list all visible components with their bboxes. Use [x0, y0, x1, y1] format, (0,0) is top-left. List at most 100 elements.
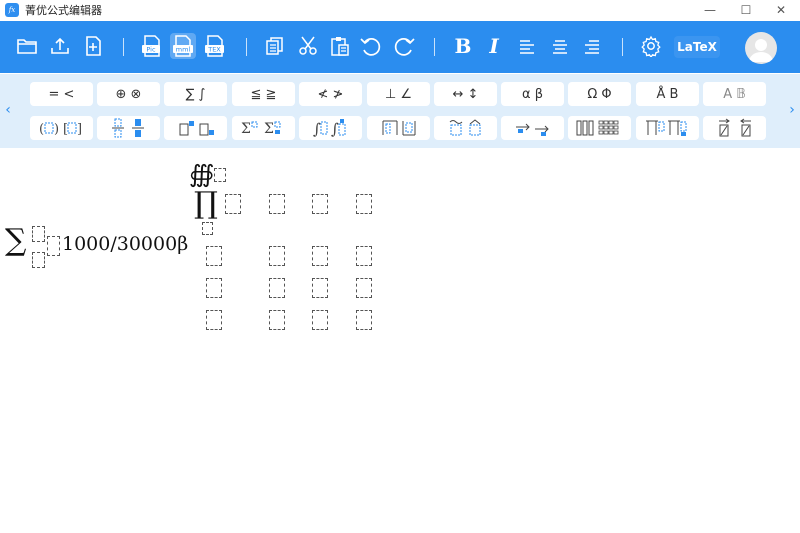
mml-file-icon: mml	[173, 35, 193, 57]
matrix-cell-placeholder[interactable]	[206, 246, 222, 266]
matrix-cell-placeholder[interactable]	[269, 310, 285, 330]
palette-arrows-button[interactable]: ↔ ↕	[434, 82, 497, 106]
product-symbol: ∏	[194, 186, 218, 221]
bold-icon: B	[454, 34, 472, 58]
palette-negated-relations-button[interactable]: ≮ ≯	[299, 82, 362, 106]
matrix-cell-placeholder[interactable]	[269, 194, 285, 214]
palette-vector-template-button[interactable]	[703, 116, 766, 140]
settings-button[interactable]	[638, 33, 664, 59]
svg-text:TEX: TEX	[207, 46, 221, 54]
align-center-button[interactable]	[547, 33, 573, 59]
gear-icon	[641, 35, 661, 57]
export-mml-button[interactable]: mml	[170, 33, 196, 59]
toolbar-separator	[246, 38, 247, 56]
palette-letters-button[interactable]: Å B	[636, 82, 699, 106]
palette-greek-lower-button[interactable]: α β	[501, 82, 564, 106]
redo-button[interactable]	[391, 33, 417, 59]
avatar[interactable]	[745, 32, 777, 64]
integral-template-icon: ∫ ∫	[313, 119, 345, 138]
scissors-icon	[299, 36, 317, 55]
latex-button[interactable]: LaTeX	[674, 36, 720, 58]
product-lower-placeholder[interactable]	[202, 222, 213, 235]
paste-button[interactable]	[327, 33, 353, 59]
matrix-cell-placeholder[interactable]	[206, 310, 222, 330]
new-file-icon	[86, 36, 101, 56]
matrix-cell-placeholder[interactable]	[312, 246, 328, 266]
align-right-icon	[585, 40, 599, 54]
folder-icon	[17, 39, 37, 54]
align-right-button[interactable]	[579, 33, 605, 59]
palette-script-template-button[interactable]	[164, 116, 227, 140]
arrow-template-icon	[515, 123, 549, 136]
palette-geometry-button[interactable]: ⊥ ∠	[367, 82, 430, 106]
svg-text:∫: ∫	[331, 120, 339, 138]
close-button[interactable]: ✕	[765, 0, 797, 20]
palette-sum-template-button[interactable]: ΣΣ	[232, 116, 295, 140]
export-pic-button[interactable]: Pic	[139, 33, 165, 59]
palette-inequalities-button[interactable]: ≦ ≧	[232, 82, 295, 106]
toolbar-separator	[622, 38, 623, 56]
palette-integral-template-button[interactable]: ∫ ∫	[299, 116, 362, 140]
accent-template-icon	[449, 119, 480, 136]
app-logo-icon: fx	[5, 3, 19, 17]
title-bar: fx 菁优公式编辑器 — ☐ ✕	[0, 0, 800, 20]
bold-button[interactable]: B	[450, 33, 476, 59]
palette-fraction-template-button[interactable]	[97, 116, 160, 140]
matrix-cell-placeholder[interactable]	[269, 246, 285, 266]
sum-upper-limit-placeholder[interactable]	[32, 226, 45, 242]
svg-text:[: [	[63, 122, 68, 136]
palette-left-arrow[interactable]: ‹	[2, 100, 14, 120]
sum-lower-limit-placeholder[interactable]	[32, 252, 45, 268]
vector-arrow-template-icon	[718, 118, 751, 137]
matrix-cell-placeholder[interactable]	[312, 194, 328, 214]
toolbar-separator	[434, 38, 435, 56]
matrix-cell-placeholder[interactable]	[356, 246, 372, 266]
matrix-cell-placeholder[interactable]	[356, 194, 372, 214]
sum-body-placeholder[interactable]	[47, 236, 60, 256]
align-left-button[interactable]	[514, 33, 540, 59]
italic-button[interactable]: I	[481, 33, 507, 59]
matrix-cell-placeholder[interactable]	[356, 310, 372, 330]
matrix-cell-placeholder[interactable]	[356, 278, 372, 298]
expression-text[interactable]: 1000/30000β	[62, 232, 188, 256]
sum-template-icon: ΣΣ	[241, 121, 280, 137]
clipboard-icon	[331, 37, 349, 56]
fraction-template-icon	[111, 118, 144, 138]
palette-blackboard-button[interactable]: A 𝔹	[703, 82, 766, 106]
palette-greek-upper-button[interactable]: Ω Φ	[568, 82, 631, 106]
bracket-box-template-icon	[382, 120, 415, 136]
svg-text:∫: ∫	[313, 120, 321, 138]
maximize-button[interactable]: ☐	[730, 0, 762, 20]
matrix-cell-placeholder[interactable]	[269, 278, 285, 298]
palette-right-arrow[interactable]: ›	[786, 100, 798, 120]
minimize-button[interactable]: —	[694, 0, 726, 20]
palette-accent-template-button[interactable]	[434, 116, 497, 140]
integral-body-placeholder[interactable]	[214, 168, 226, 182]
copy-button[interactable]	[262, 33, 288, 59]
symbol-palette: ‹ › = < ⊕ ⊗ ∑ ∫ ≦ ≧ ≮ ≯ ⊥ ∠ ↔ ↕ α β Ω Φ …	[0, 74, 800, 148]
matrix-cell-placeholder[interactable]	[206, 278, 222, 298]
matrix-cell-placeholder[interactable]	[312, 278, 328, 298]
palette-operators-button[interactable]: ⊕ ⊗	[97, 82, 160, 106]
palette-matrix-bracket-template-button[interactable]	[367, 116, 430, 140]
palette-matrix-template-button[interactable]	[568, 116, 631, 140]
svg-text:Σ: Σ	[241, 121, 251, 137]
svg-text:): )	[54, 122, 59, 136]
redo-icon	[394, 38, 415, 56]
matrix-cell-placeholder[interactable]	[312, 310, 328, 330]
upload-button[interactable]	[47, 33, 73, 59]
svg-text:Σ: Σ	[264, 121, 274, 137]
editor-canvas[interactable]: ∑ 1000/30000β ∰ ∏	[0, 148, 800, 533]
svg-text:mml: mml	[176, 46, 191, 54]
palette-relations-button[interactable]: = <	[30, 82, 93, 106]
undo-button[interactable]	[358, 33, 384, 59]
palette-brackets-template-button[interactable]: () []	[30, 116, 93, 140]
cut-button[interactable]	[295, 33, 321, 59]
open-folder-button[interactable]	[14, 33, 40, 59]
product-body-placeholder[interactable]	[225, 194, 241, 214]
palette-arrow-template-button[interactable]	[501, 116, 564, 140]
palette-product-template-button[interactable]	[636, 116, 699, 140]
export-tex-button[interactable]: TEX	[202, 33, 228, 59]
palette-sum-integral-button[interactable]: ∑ ∫	[164, 82, 227, 106]
new-file-button[interactable]	[80, 33, 106, 59]
